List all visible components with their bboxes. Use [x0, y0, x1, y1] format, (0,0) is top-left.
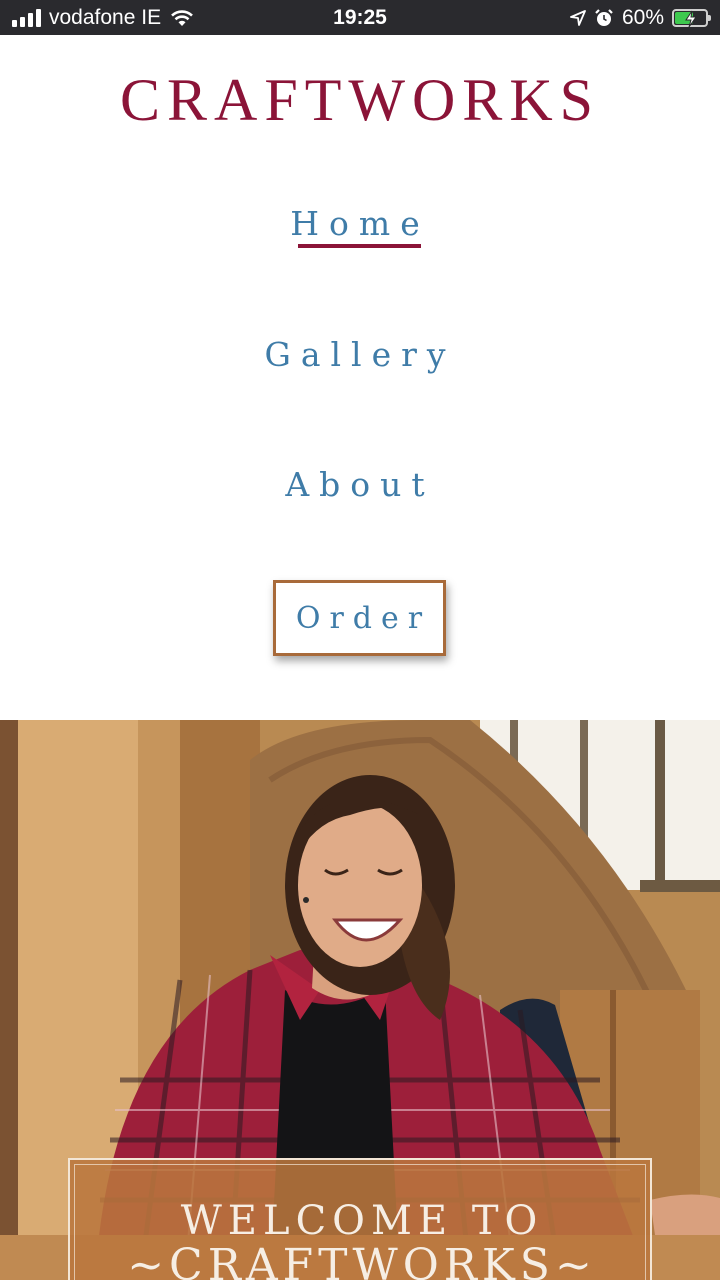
hero-section: WELCOME TO ~CRAFTWORKS~ [0, 720, 720, 1280]
battery-percent: 60% [621, 6, 664, 29]
signal-icon [12, 9, 41, 27]
location-arrow-icon [570, 10, 586, 26]
welcome-heading: WELCOME TO [180, 1198, 544, 1244]
nav-link-about[interactable]: About [0, 465, 720, 504]
wifi-icon [171, 10, 193, 26]
nav-link-home-label: Home [290, 204, 430, 243]
brand-logo-text[interactable]: CRAFTWORKS [0, 66, 720, 135]
alarm-icon [595, 9, 613, 26]
nav-link-home[interactable]: Home [0, 204, 720, 248]
nav-link-gallery[interactable]: Gallery [0, 335, 720, 374]
battery-charging-icon [672, 9, 711, 28]
order-button[interactable]: Order [273, 580, 446, 656]
active-underline [298, 244, 421, 248]
carrier-label: vodafone IE [49, 6, 162, 29]
welcome-banner: WELCOME TO ~CRAFTWORKS~ [68, 1158, 652, 1280]
status-right: 60% [570, 6, 711, 30]
status-bar: vodafone IE 19:25 60% [0, 0, 720, 35]
status-left: vodafone IE [12, 6, 195, 30]
welcome-brand: ~CRAFTWORKS~ [127, 1240, 597, 1280]
